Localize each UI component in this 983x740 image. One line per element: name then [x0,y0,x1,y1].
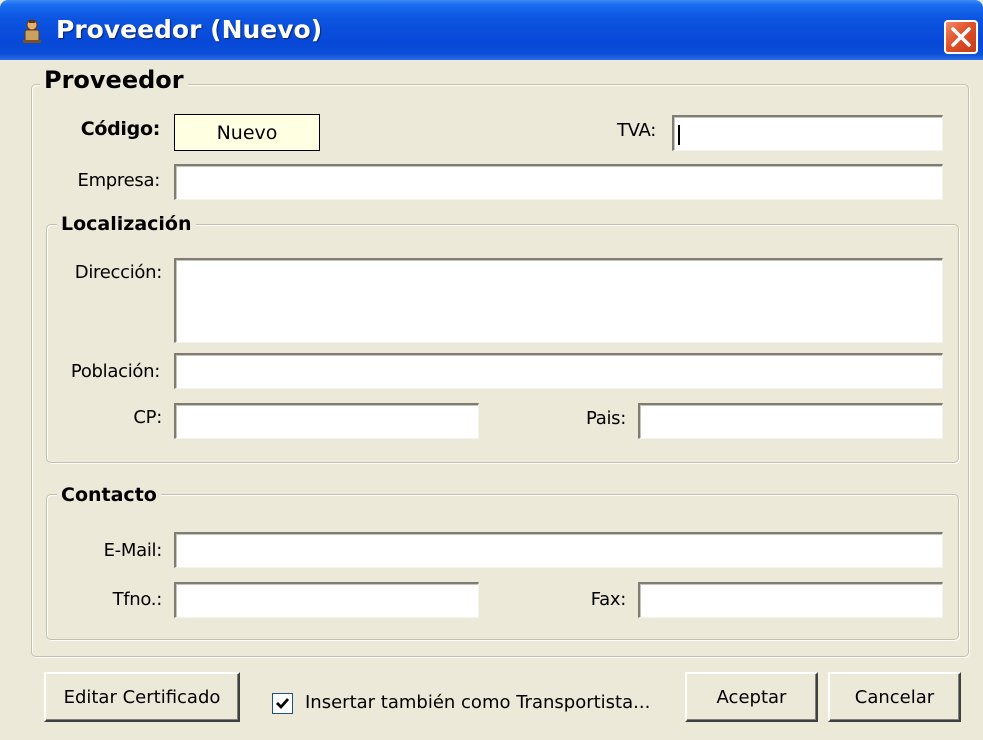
fax-input[interactable] [638,582,943,618]
email-label: E-Mail: [103,540,163,561]
codigo-label: Código: [80,118,161,140]
empresa-input[interactable] [174,164,943,200]
transportista-checkbox[interactable] [272,693,293,714]
cp-input[interactable] [174,403,479,439]
title-bar[interactable]: Proveedor (Nuevo) [0,0,983,60]
close-icon [951,27,971,47]
text-caret [678,125,680,145]
poblacion-input[interactable] [174,353,943,389]
pais-label: Pais: [585,408,626,429]
aceptar-button[interactable]: Aceptar [685,672,818,722]
contacto-group-title: Contacto [57,484,161,506]
fax-label: Fax: [590,589,627,610]
poblacion-label: Población: [70,361,160,382]
proveedor-dialog: Proveedor (Nuevo) Proveedor Código: Nuev… [0,0,983,740]
pais-input[interactable] [638,403,943,439]
direccion-textarea[interactable] [174,258,943,343]
tva-input[interactable] [672,115,943,151]
close-button[interactable] [944,20,978,54]
proveedor-group-title: Proveedor [40,66,188,94]
cancelar-button[interactable]: Cancelar [828,672,961,722]
email-input[interactable] [174,532,943,568]
app-person-icon [23,19,41,43]
codigo-value: Nuevo [174,114,320,151]
tva-label: TVA: [616,120,656,141]
tfno-input[interactable] [174,582,479,618]
checkmark-icon [276,698,290,710]
transportista-checkbox-label[interactable]: Insertar también como Transportista... [305,692,650,713]
direccion-label: Dirección: [74,262,163,283]
empresa-label: Empresa: [77,170,161,191]
localizacion-group-title: Localización [57,213,196,235]
editar-certificado-button[interactable]: Editar Certificado [44,672,240,722]
window-title: Proveedor (Nuevo) [56,15,323,44]
cp-label: CP: [133,407,162,428]
tfno-label: Tfno.: [112,589,163,610]
